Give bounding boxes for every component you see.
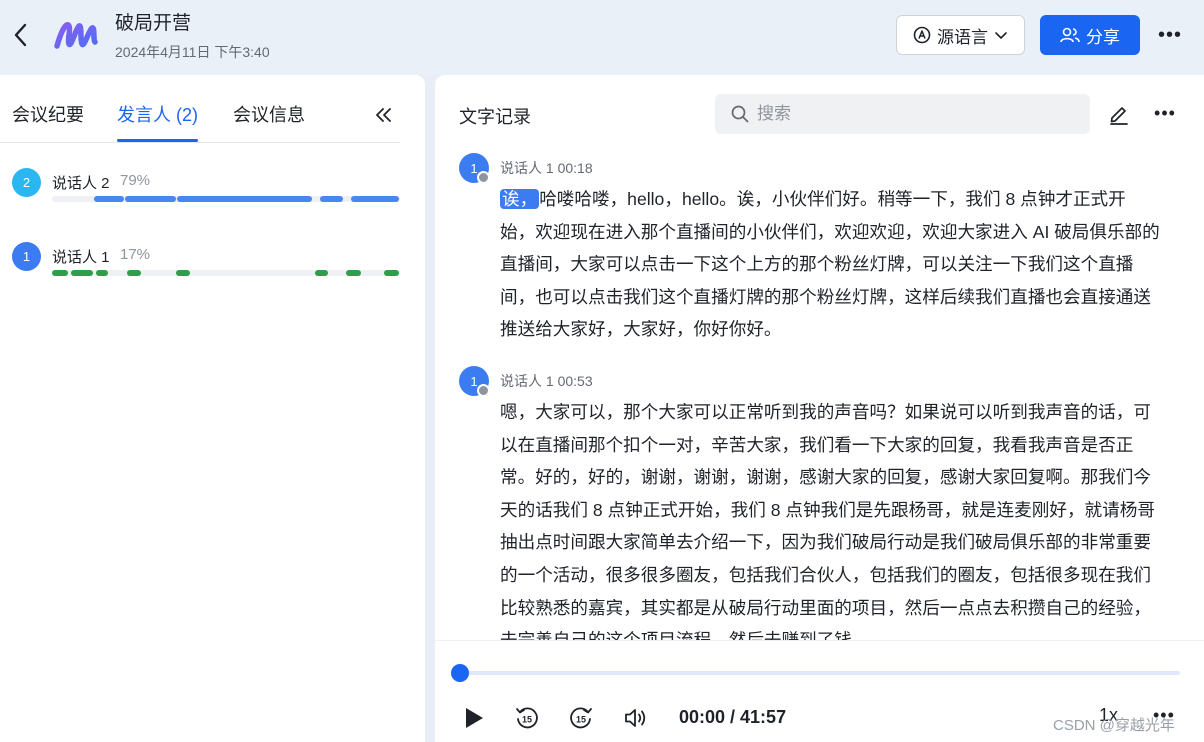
meeting-datetime: 2024年4月11日 下午3:40 <box>115 44 270 60</box>
timeline-segment[interactable] <box>95 270 109 276</box>
meeting-title: 破局开营 <box>115 13 192 34</box>
timeline-segment[interactable] <box>126 270 142 276</box>
chevron-down-icon <box>995 32 1007 40</box>
timeline-segment[interactable] <box>71 270 93 276</box>
search-input[interactable] <box>757 104 1077 124</box>
share-button[interactable]: 分享 <box>1040 15 1140 55</box>
entry-body: 嗯，大家可以，那个大家可以正常听到我的声音吗？如果说可以听到我声音的话，可以在直… <box>500 402 1155 640</box>
language-label: 源语言 <box>937 27 988 47</box>
tab-meeting-info[interactable]: 会议信息 <box>233 101 305 127</box>
speaker-timeline <box>52 196 400 202</box>
timeline-segment[interactable] <box>384 270 399 276</box>
active-tab-indicator <box>117 139 198 142</box>
share-label: 分享 <box>1086 27 1120 47</box>
entry-text[interactable]: 诶， 哈喽哈喽，hello，hello。诶，小伙伴们好。稍等一下，我们 8 点钟才… <box>500 183 1160 346</box>
entry-meta: 说话人 1 00:53 <box>500 373 593 389</box>
play-icon[interactable] <box>459 703 489 733</box>
edit-badge-icon <box>477 171 490 184</box>
search-box[interactable] <box>715 94 1090 134</box>
more-icon[interactable]: ••• <box>1151 101 1179 125</box>
collapse-icon[interactable] <box>372 103 396 127</box>
current-word-highlight: 诶， <box>500 189 540 209</box>
entry-body: 哈喽哈喽，hello，hello。诶，小伙伴们好。稍等一下，我们 8 点钟才正式… <box>500 189 1160 340</box>
app-logo <box>54 16 98 52</box>
timeline-segment[interactable] <box>314 270 328 276</box>
transcript-list: 1 说话人 1 00:18 诶， 哈喽哈喽，hello，hello。诶，小伙伴们好… <box>435 145 1204 640</box>
transcript-title: 文字记录 <box>459 107 531 127</box>
language-select[interactable]: 源语言 <box>896 15 1025 55</box>
rewind-15-icon[interactable]: 15 <box>512 703 542 733</box>
volume-icon[interactable] <box>621 703 651 733</box>
playback-time: 00:00 / 41:57 <box>679 707 787 727</box>
speaker-percent: 79% <box>120 172 151 189</box>
top-bar: 破局开营 2024年4月11日 下午3:40 源语言 分享 ••• <box>0 0 1204 75</box>
edit-icon[interactable] <box>1108 103 1132 127</box>
tab-minutes[interactable]: 会议纪要 <box>12 101 84 127</box>
speaker-avatar: 2 <box>12 168 41 197</box>
search-icon <box>731 105 749 123</box>
progress-knob[interactable] <box>451 664 469 682</box>
more-icon[interactable]: ••• <box>1152 20 1188 50</box>
speaker-name: 说话人 1 <box>52 249 110 266</box>
timeline-segment[interactable] <box>346 270 361 276</box>
timeline-segment[interactable] <box>175 270 191 276</box>
speaker-item[interactable]: 2 说话人 2 79% <box>12 168 402 218</box>
edit-badge-icon <box>477 384 490 397</box>
left-panel: 会议纪要 发言人 (2) 会议信息 2 说话人 2 79% 1 说话人 1 17… <box>0 75 425 742</box>
speaker-avatar: 1 <box>12 242 41 271</box>
timeline-segment[interactable] <box>351 196 399 202</box>
timeline-segment[interactable] <box>177 196 312 202</box>
entry-meta: 说话人 1 00:18 <box>500 160 593 176</box>
entry-text[interactable]: 嗯，大家可以，那个大家可以正常听到我的声音吗？如果说可以听到我声音的话，可以在直… <box>500 396 1160 640</box>
transcript-panel: 文字记录 ••• 1 说话人 1 00:18 诶，哈喽哈喽，hello，hell… <box>435 75 1204 742</box>
users-icon <box>1060 27 1080 43</box>
speaker-timeline <box>52 270 400 276</box>
tab-speakers[interactable]: 发言人 (2) <box>117 101 198 127</box>
forward-15-icon[interactable]: 15 <box>566 703 596 733</box>
svg-text:15: 15 <box>522 715 532 725</box>
speaker-name: 说话人 2 <box>52 175 110 192</box>
watermark: CSDN @穿越光年 <box>1053 717 1175 734</box>
translate-icon <box>913 26 931 44</box>
speaker-item[interactable]: 1 说话人 1 17% <box>12 242 402 292</box>
timeline-segment[interactable] <box>52 270 69 276</box>
timeline-segment[interactable] <box>319 196 344 202</box>
timeline-segment[interactable] <box>125 196 177 202</box>
timeline-segment[interactable] <box>93 196 125 202</box>
speaker-percent: 17% <box>120 246 151 263</box>
progress-bar[interactable] <box>451 664 1180 682</box>
svg-text:15: 15 <box>576 715 586 725</box>
left-tabs: 会议纪要 发言人 (2) 会议信息 <box>0 75 400 143</box>
back-icon[interactable] <box>8 20 32 50</box>
